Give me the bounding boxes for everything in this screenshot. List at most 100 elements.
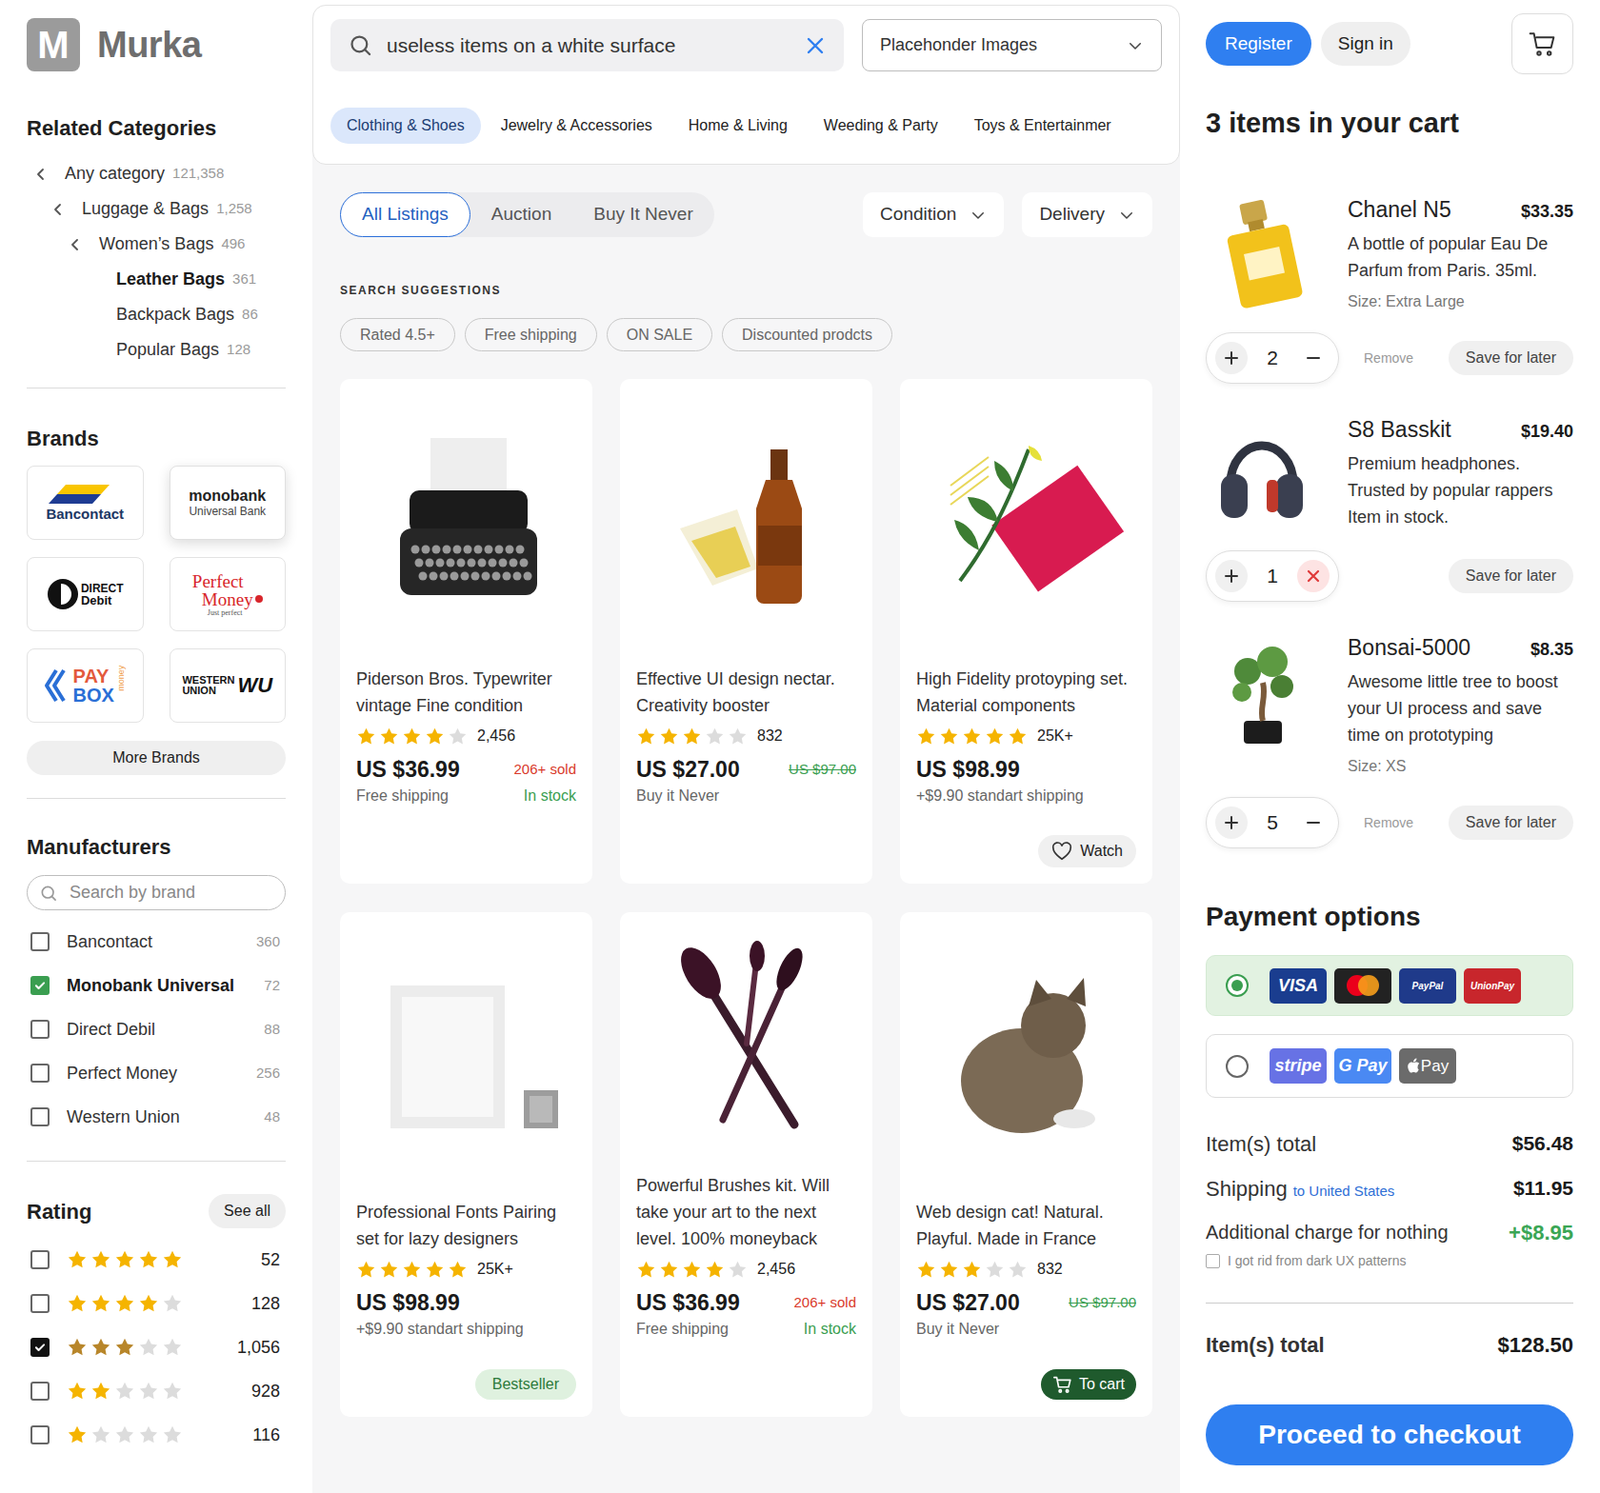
- see-all-button[interactable]: See all: [208, 1194, 286, 1229]
- search-input[interactable]: [386, 30, 791, 61]
- logo[interactable]: MMurka: [26, 18, 286, 72]
- plus-icon[interactable]: [1215, 806, 1248, 840]
- category-tab[interactable]: Clothing & Shoes: [330, 107, 481, 144]
- image-source-dropdown[interactable]: Placehonder Images: [861, 19, 1162, 72]
- filter-dropdown[interactable]: Delivery: [1021, 192, 1153, 238]
- delete-icon[interactable]: [1297, 560, 1330, 593]
- rating-item[interactable]: 1,056: [26, 1325, 286, 1370]
- page: {"brand": {"mark": "M", "name": "Murka"}…: [0, 0, 1600, 1493]
- rating-item[interactable]: 116: [26, 1413, 286, 1458]
- save-for-later-button[interactable]: Save for later: [1448, 559, 1574, 594]
- checkbox[interactable]: [30, 1294, 50, 1314]
- brand-text: Debit: [80, 594, 124, 607]
- product-title: High Fidelity protoyping set. Material c…: [916, 665, 1137, 720]
- star-icon: [727, 726, 748, 747]
- brand-search-input[interactable]: [69, 880, 274, 906]
- rating-item[interactable]: 928: [26, 1369, 286, 1414]
- payment-option[interactable]: stripeG PayPay: [1205, 1034, 1574, 1099]
- category-tab[interactable]: Toys & Entertainmer: [958, 107, 1128, 144]
- manufacturer-item[interactable]: Western Union48: [26, 1095, 286, 1140]
- brand-tile[interactable]: DIRECTDebit: [26, 557, 144, 632]
- brand-tile[interactable]: PAYBOXmoney: [26, 648, 144, 723]
- listing-tab[interactable]: Buy It Never: [572, 192, 715, 238]
- remove-button[interactable]: Remove: [1363, 813, 1414, 834]
- category-item[interactable]: Leather Bags361: [26, 261, 286, 298]
- listing-tab[interactable]: Auction: [470, 192, 573, 238]
- star-icon: [379, 1260, 400, 1280]
- product-card[interactable]: High Fidelity protoyping set. Material c…: [900, 379, 1153, 884]
- checkbox[interactable]: [30, 1020, 50, 1040]
- category-item[interactable]: Backpack Bags86: [26, 297, 286, 333]
- category-tab[interactable]: Home & Living: [672, 107, 804, 144]
- checkbox[interactable]: [30, 1250, 50, 1270]
- shipping-note: Buy it Never: [636, 784, 720, 808]
- shipping-destination[interactable]: to United States: [1293, 1180, 1396, 1203]
- category-item[interactable]: Popular Bags128: [26, 332, 286, 368]
- sold-count: 206+ sold: [514, 759, 577, 781]
- product-card[interactable]: Piderson Bros. Typewriter vintage Fine c…: [340, 379, 593, 884]
- suggestion-chip[interactable]: Discounted prodcts: [721, 318, 893, 352]
- manufacturer-item[interactable]: Monobank Universal72: [26, 963, 286, 1008]
- product-card[interactable]: Web design cat! Natural. Playful. Made i…: [900, 912, 1153, 1418]
- manufacturer-item[interactable]: Bancontact360: [26, 920, 286, 964]
- minus-icon[interactable]: [1297, 806, 1330, 840]
- summary-label-group: Shippingto United States: [1205, 1173, 1395, 1205]
- radio[interactable]: [1225, 1055, 1249, 1079]
- sign-in-button[interactable]: Sign in: [1320, 21, 1411, 66]
- quantity-stepper: 1: [1205, 550, 1340, 602]
- manufacturer-item[interactable]: Direct Debil88: [26, 1007, 286, 1052]
- to-cart-button[interactable]: To cart: [1040, 1369, 1137, 1400]
- payment-option[interactable]: VISAPayPalUnionPay: [1205, 955, 1574, 1017]
- category-item[interactable]: Any category121,358: [26, 156, 286, 192]
- opt-out-row[interactable]: I got rid from dark UX patterns: [1205, 1252, 1574, 1270]
- checkbox[interactable]: [30, 932, 50, 952]
- category-tab[interactable]: Jewelry & Accessories: [484, 107, 669, 144]
- checkbox[interactable]: [30, 1107, 50, 1127]
- checkbox[interactable]: [30, 1338, 50, 1358]
- checkbox[interactable]: [1205, 1254, 1220, 1269]
- product-card[interactable]: Powerful Brushes kit. Will take your art…: [620, 912, 873, 1418]
- brand-tile[interactable]: PerfectMoneyJust perfect: [169, 557, 287, 632]
- star-icon: [659, 726, 680, 747]
- star-icon: [356, 726, 377, 747]
- radio[interactable]: [1225, 974, 1249, 998]
- register-button[interactable]: Register: [1205, 21, 1312, 66]
- listing-tab[interactable]: All Listings: [340, 192, 471, 238]
- plus-icon[interactable]: [1215, 560, 1248, 593]
- clear-icon[interactable]: [803, 34, 827, 58]
- manufacturer-item[interactable]: Perfect Money256: [26, 1051, 286, 1096]
- checkbox[interactable]: [30, 1381, 50, 1401]
- save-for-later-button[interactable]: Save for later: [1448, 805, 1574, 840]
- suggestion-chip[interactable]: Free shipping: [464, 318, 598, 352]
- rating-item[interactable]: 52: [26, 1238, 286, 1282]
- category-item[interactable]: Women’s Bags496: [26, 226, 286, 262]
- checkbox[interactable]: [30, 1063, 50, 1083]
- checkout-button[interactable]: Proceed to checkout: [1205, 1404, 1574, 1466]
- cart-button[interactable]: [1511, 13, 1574, 75]
- plus-icon[interactable]: [1215, 341, 1248, 375]
- summary-row: Item(s) total$56.48: [1205, 1128, 1574, 1160]
- suggestion-chip[interactable]: Rated 4.5+: [340, 318, 456, 352]
- cart-item-size: Size: XS: [1347, 756, 1574, 778]
- save-for-later-button[interactable]: Save for later: [1448, 340, 1574, 376]
- product-card[interactable]: Professional Fonts Pairing set for lazy …: [340, 912, 593, 1418]
- suggestion-chip[interactable]: ON SALE: [606, 318, 713, 352]
- price-row: US $36.99206+ sold: [356, 755, 577, 784]
- filter-dropdown[interactable]: Condition: [862, 192, 1004, 238]
- checkbox[interactable]: [30, 976, 50, 996]
- watch-button[interactable]: Watch: [1038, 835, 1137, 868]
- brand-tile[interactable]: monobankUniversal Bank: [169, 465, 287, 540]
- chevron-down-icon: [1126, 37, 1144, 55]
- category-tab[interactable]: Weeding & Party: [807, 107, 955, 144]
- brand-tile[interactable]: Bancontact: [26, 465, 144, 540]
- remove-button[interactable]: Remove: [1363, 348, 1414, 369]
- product-card[interactable]: Effective UI design nectar. Creativity b…: [620, 379, 873, 884]
- checkbox[interactable]: [30, 1425, 50, 1445]
- minus-icon[interactable]: [1297, 341, 1330, 375]
- rating-item[interactable]: 128: [26, 1281, 286, 1326]
- more-brands-button[interactable]: More Brands: [26, 740, 286, 776]
- brand-tile[interactable]: WESTERNUNIONWU: [169, 648, 287, 723]
- divider: [26, 1160, 286, 1162]
- manufacturer-label: Monobank Universal: [66, 973, 235, 1000]
- category-item[interactable]: Luggage & Bags1,258: [26, 191, 286, 227]
